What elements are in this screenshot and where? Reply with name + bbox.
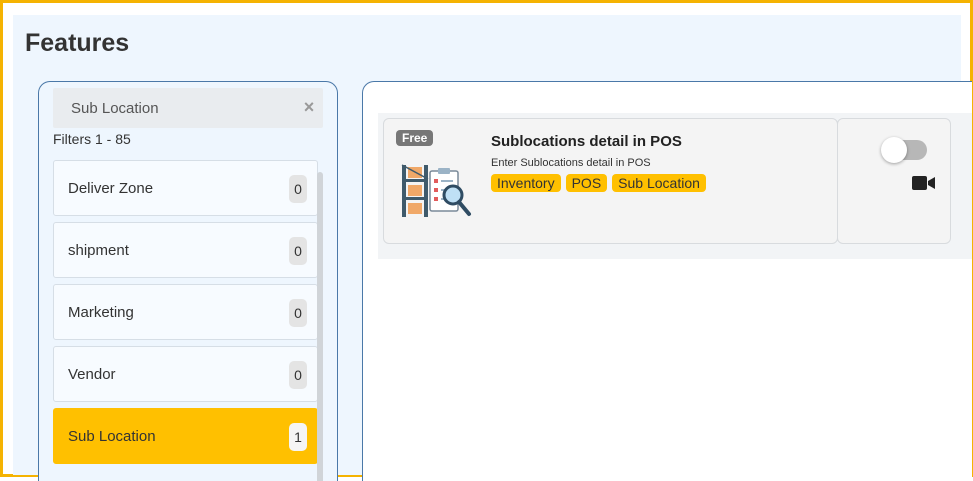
filter-item-label: Vendor xyxy=(68,366,116,383)
filter-list: Deliver Zone 0 shipment 0 Marketing 0 Ve… xyxy=(53,160,318,470)
search-box: × xyxy=(53,88,323,128)
filter-item-label: shipment xyxy=(68,242,129,259)
toggle-knob xyxy=(881,137,907,163)
feature-enable-toggle[interactable] xyxy=(881,137,927,163)
filter-item-sub-location[interactable]: Sub Location 1 xyxy=(53,408,318,464)
features-content: Free Sublocations detail in POS Enter Su… xyxy=(362,81,972,481)
filter-item-count: 0 xyxy=(289,237,307,265)
filter-item-shipment[interactable]: shipment 0 xyxy=(53,222,318,278)
feature-tags: Inventory POS Sub Location xyxy=(491,174,706,192)
feature-card[interactable]: Free Sublocations detail in POS Enter Su… xyxy=(383,118,838,244)
feature-description: Enter Sublocations detail in POS xyxy=(491,157,651,169)
warehouse-checklist-icon xyxy=(401,164,471,217)
filter-item-count: 0 xyxy=(289,175,307,203)
filter-item-vendor[interactable]: Vendor 0 xyxy=(53,346,318,402)
filter-item-label: Sub Location xyxy=(68,428,156,445)
filter-item-count: 0 xyxy=(289,361,307,389)
tag-inventory: Inventory xyxy=(491,174,561,192)
tag-sub-location: Sub Location xyxy=(612,174,706,192)
free-badge: Free xyxy=(396,130,434,146)
app-frame: Features × Filters 1 - 85 Deliver Zone 0… xyxy=(0,0,973,481)
feature-actions xyxy=(837,118,951,244)
filter-scrollbar[interactable] xyxy=(317,172,323,481)
filter-item-deliver-zone[interactable]: Deliver Zone 0 xyxy=(53,160,318,216)
close-icon[interactable]: × xyxy=(299,97,319,117)
search-input[interactable] xyxy=(53,88,293,128)
video-camera-icon[interactable] xyxy=(912,175,936,191)
filter-item-count: 0 xyxy=(289,299,307,327)
filters-count: Filters 1 - 85 xyxy=(53,131,131,147)
feature-row: Free Sublocations detail in POS Enter Su… xyxy=(378,113,972,259)
filter-item-label: Marketing xyxy=(68,304,134,321)
page-title: Features xyxy=(25,29,130,57)
filter-item-marketing[interactable]: Marketing 0 xyxy=(53,284,318,340)
filter-sidebar: × Filters 1 - 85 Deliver Zone 0 shipment… xyxy=(38,81,338,481)
tag-pos: POS xyxy=(565,174,608,192)
filter-item-label: Deliver Zone xyxy=(68,180,154,197)
feature-title: Sublocations detail in POS xyxy=(491,133,682,150)
features-panel: Features × Filters 1 - 85 Deliver Zone 0… xyxy=(13,15,972,481)
filter-item-count: 1 xyxy=(289,423,307,451)
